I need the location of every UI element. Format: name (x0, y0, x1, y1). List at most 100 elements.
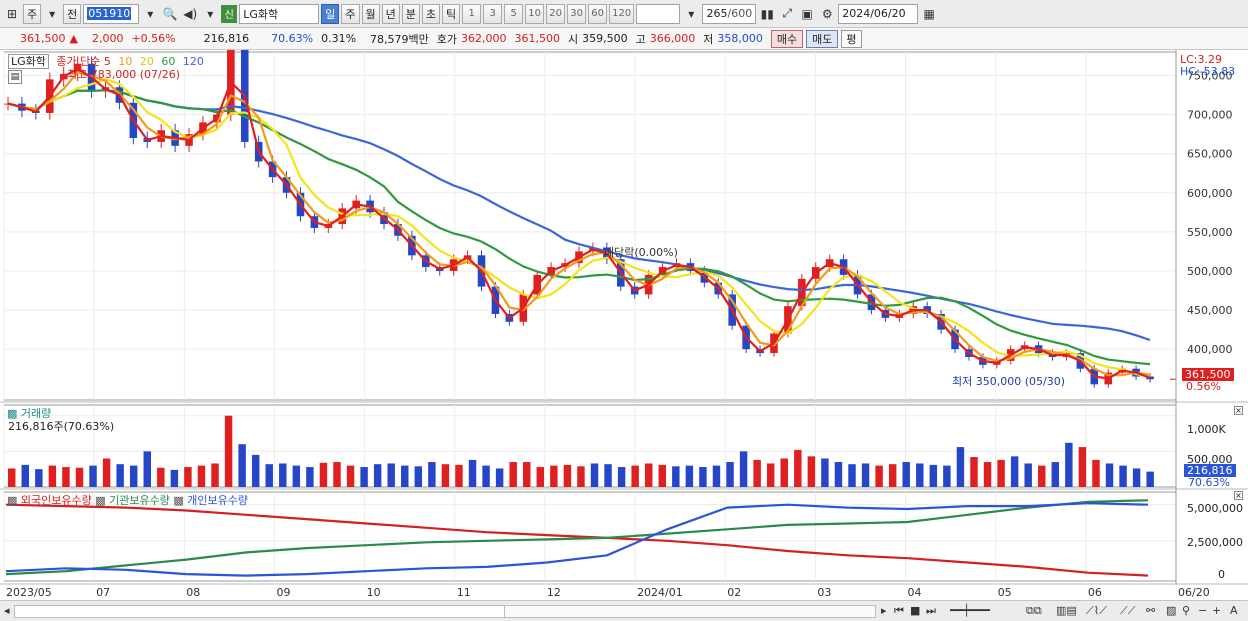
volume-bar (848, 464, 856, 487)
period-month-button[interactable]: 월 (361, 3, 380, 24)
bid-price: 361,500 (514, 32, 561, 45)
settings-gear-icon[interactable]: ⚙ (818, 4, 836, 24)
volume-bar (604, 464, 612, 487)
volume-bar (1078, 447, 1087, 487)
y-tick-label: 500,000 (1187, 265, 1233, 278)
volume-bar (306, 467, 314, 487)
range-5-button[interactable]: 5 (504, 3, 524, 24)
scroll-thumb[interactable] (15, 606, 505, 617)
tab-all[interactable]: 전 (63, 3, 82, 24)
up-arrow-icon: ▲ (69, 32, 78, 45)
legend-stock-name[interactable]: LG화학 (8, 54, 49, 69)
zoom-slider-icon[interactable]: ━━┿━━━ (950, 604, 990, 617)
link-icon[interactable]: ⚯ (1146, 604, 1155, 617)
range-60-button[interactable]: 60 (588, 3, 608, 24)
volume-bar (590, 463, 599, 487)
save-icon[interactable]: ▣ (798, 4, 816, 24)
volume-bar (102, 458, 111, 487)
stock-chart-svg[interactable]: 2023/05 07 08 09 10 11 12 2024/01 02 03 04 05 06 06/2… (0, 50, 1248, 600)
zoom-in-icon[interactable]: + (1212, 604, 1221, 617)
volume-bar (1132, 468, 1141, 487)
stop-icon[interactable]: ■ (910, 604, 920, 617)
volume-bar (455, 464, 463, 487)
bar-chart-icon[interactable]: ▥▤ (1056, 604, 1077, 617)
x-tick-label: 06 (1088, 586, 1102, 599)
x-tick-label: 08 (186, 586, 200, 599)
volume-bar (780, 458, 788, 487)
period-second-button[interactable]: 초 (421, 3, 440, 24)
volume-bar (224, 415, 233, 487)
holdings-tick-5m: 5,000,000 (1187, 502, 1243, 515)
volume-bar (550, 465, 558, 487)
stock-code-input[interactable]: 051910 (83, 3, 140, 24)
time-scrollbar[interactable] (14, 605, 876, 618)
chart-window: ⊞ 주 ▾ 전 051910 ▾ 🔍 ◀) ▾ 신 LG화학 일 주 월 년 분… (0, 0, 1248, 621)
drawing-tool-icon[interactable]: ⤢ (778, 4, 796, 24)
close-panel-icon[interactable]: × (1234, 491, 1243, 500)
dropdown-arrow-icon[interactable]: ▾ (43, 4, 61, 24)
range-20-button[interactable]: 20 (546, 3, 566, 24)
image-icon[interactable]: ▨ (1166, 604, 1176, 617)
price-panel-frame (3, 51, 1177, 401)
volume-bar (672, 466, 680, 487)
trend-icon[interactable]: ⟋⟋ (1120, 604, 1135, 618)
table-toggle-icon[interactable]: ▤ (8, 70, 22, 84)
low-price: 358,000 (717, 32, 763, 45)
scroll-right-icon[interactable]: ▸ (881, 604, 887, 617)
drawing-tools-icon[interactable]: ⟋⌇⟋ (1086, 604, 1107, 618)
date-input[interactable]: 2024/06/20 (838, 3, 919, 24)
dropdown-arrow-icon[interactable]: ▾ (201, 4, 219, 24)
close-panel-icon[interactable]: × (1234, 406, 1243, 415)
volume-bar (129, 465, 138, 487)
volume-bar (346, 465, 355, 487)
high-label: 고 (635, 32, 646, 46)
magnify-icon[interactable]: ⚲ (1182, 604, 1190, 617)
y-tick-label: 650,000 (1187, 148, 1233, 161)
period-day-button[interactable]: 일 (321, 3, 340, 24)
tab-stock[interactable]: 주 (23, 3, 42, 24)
volume-bar (902, 462, 910, 487)
x-tick-label: 09 (276, 586, 290, 599)
y-tick-label: 600,000 (1187, 187, 1233, 200)
candle-type-icon[interactable]: ▮▮ (758, 4, 776, 24)
period-tick-button[interactable]: 틱 (442, 3, 461, 24)
dropdown-arrow-icon[interactable]: ▾ (682, 4, 700, 24)
buy-button[interactable]: 매수 (770, 29, 804, 48)
period-year-button[interactable]: 년 (381, 3, 400, 24)
x-tick-label: 2024/01 (637, 586, 683, 599)
volume-bar (184, 467, 192, 487)
high-price: 366,000 (649, 32, 696, 45)
range-1-button[interactable]: 1 (462, 3, 482, 24)
forward-icon[interactable]: ⏭ (926, 604, 936, 618)
range-120-button[interactable]: 120 (609, 3, 635, 24)
chart-area[interactable]: 2023/05 07 08 09 10 11 12 2024/01 02 03 04 05 06 06/2… (0, 50, 1248, 600)
period-week-button[interactable]: 주 (341, 3, 360, 24)
custom-range-input[interactable] (636, 3, 681, 24)
period-minute-button[interactable]: 분 (401, 3, 420, 24)
range-30-button[interactable]: 30 (567, 3, 587, 24)
calendar-icon[interactable]: ▦ (920, 4, 938, 24)
font-size-icon[interactable]: A (1230, 604, 1238, 617)
layout-split-icon[interactable]: ⧉⧉ (1026, 604, 1042, 618)
volume-bar (726, 462, 734, 487)
scroll-left-icon[interactable]: ◂ (4, 604, 10, 617)
volume-bar (1105, 463, 1114, 487)
data-count-input[interactable]: 265/600 (702, 3, 757, 24)
range-3-button[interactable]: 3 (483, 3, 503, 24)
code-dropdown-icon[interactable]: ▾ (141, 4, 159, 24)
volume-bar (1024, 463, 1032, 487)
volume-bar (807, 456, 816, 487)
volume-bar (468, 459, 477, 487)
zoom-out-icon[interactable]: − (1198, 604, 1207, 617)
volume-bar (644, 463, 653, 487)
search-icon[interactable]: 🔍 (161, 4, 179, 24)
range-10-button[interactable]: 10 (525, 3, 545, 24)
volume-bar (211, 463, 219, 487)
layout-icon[interactable]: ⊞ (3, 4, 21, 24)
stock-name-field[interactable]: LG화학 (239, 3, 320, 24)
sell-button[interactable]: 매도 (806, 29, 839, 48)
rewind-icon[interactable]: ⏮ (894, 604, 904, 618)
evaluation-button[interactable]: 평 (841, 29, 862, 48)
speaker-icon[interactable]: ◀) (181, 4, 199, 24)
volume-bar (482, 465, 490, 487)
